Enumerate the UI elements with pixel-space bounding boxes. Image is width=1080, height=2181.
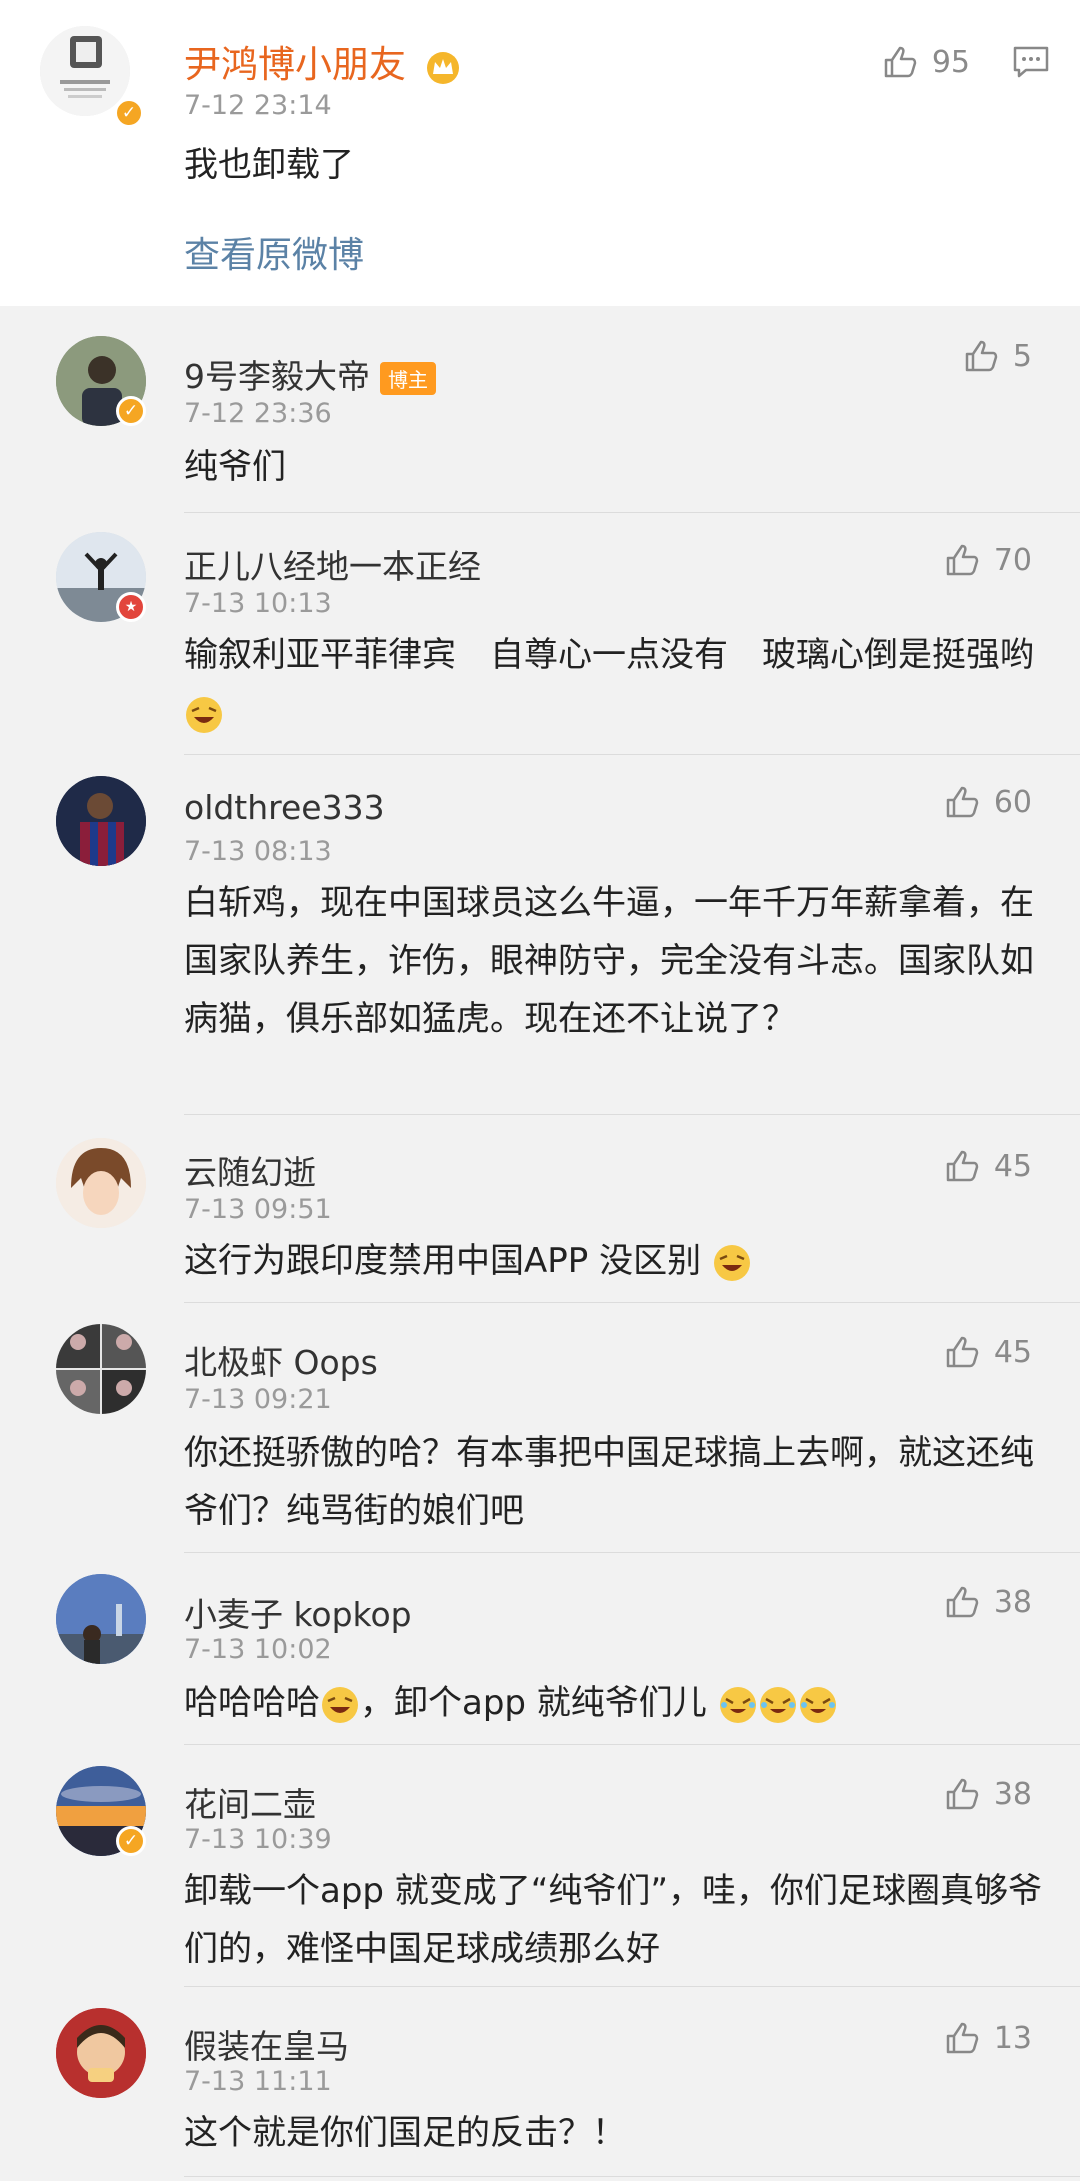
comment-text-part: ，卸个app 就纯爷们儿 — [360, 1683, 718, 1723]
crown-icon — [426, 51, 459, 84]
like-count: 5 — [1012, 338, 1032, 374]
like-count: 60 — [993, 784, 1032, 820]
comment-text: 这个就是你们国足的反击？！ — [184, 2113, 626, 2153]
comment-like-button[interactable]: 13 — [942, 2016, 1032, 2060]
like-count: 70 — [993, 542, 1032, 578]
comment-time: 7-13 08:13 — [184, 836, 332, 867]
like-count: 45 — [993, 1334, 1032, 1370]
author-name-text: 尹鸿博小朋友 — [184, 43, 406, 86]
commenter-name-text: 9号李毅大帝 — [184, 357, 370, 396]
thumbs-up-icon — [946, 1586, 979, 1618]
laughing-emoji-icon — [322, 1686, 358, 1723]
thumbs-up-icon — [946, 1150, 979, 1182]
commenter-name[interactable]: 正儿八经地一本正经 — [184, 540, 481, 588]
comment-like-button[interactable]: 38 — [942, 1580, 1032, 1624]
thumbs-up-icon — [884, 46, 917, 78]
divider — [184, 512, 1080, 513]
thumbs-up-icon — [946, 544, 979, 576]
verified-badge-icon: ★ — [116, 592, 146, 622]
comment-time: 7-13 10:39 — [184, 1824, 332, 1855]
commenter-name[interactable]: oldthree333 — [184, 788, 385, 827]
laughing-emoji-icon — [713, 1244, 750, 1281]
post-text: 我也卸载了 — [184, 145, 354, 185]
like-count: 95 — [931, 44, 970, 80]
comment-time: 7-13 11:11 — [184, 2066, 332, 2097]
comment-time: 7-12 23:36 — [184, 398, 332, 429]
post-like-button[interactable]: 95 — [880, 40, 970, 84]
comment-like-button[interactable]: 60 — [942, 780, 1032, 824]
view-original-link[interactable]: 查看原微博 — [184, 226, 364, 278]
comment-icon[interactable] — [1012, 44, 1050, 84]
comment-text: 纯爷们 — [184, 447, 286, 487]
commenter-name[interactable]: 9号李毅大帝 博主 — [184, 350, 436, 398]
avatar[interactable] — [56, 776, 146, 866]
commenter-name[interactable]: 假装在皇马 — [184, 2020, 349, 2068]
verified-badge-icon: ✓ — [116, 1826, 146, 1856]
comment-time: 7-13 10:13 — [184, 588, 332, 619]
commenter-name[interactable]: 花间二壶 — [184, 1778, 316, 1826]
commenter-name[interactable]: 北极虾 Oops — [184, 1336, 378, 1384]
like-count: 38 — [993, 1776, 1032, 1812]
thumbs-up-icon — [965, 340, 998, 372]
like-count: 38 — [993, 1584, 1032, 1620]
avatar[interactable] — [56, 1324, 146, 1414]
divider — [184, 1552, 1080, 1553]
divider — [184, 1114, 1080, 1115]
thumbs-up-icon — [946, 786, 979, 818]
divider — [184, 1744, 1080, 1745]
comment-text: 你还挺骄傲的哈？有本事把中国足球搞上去啊，就这还纯爷们？纯骂街的娘们吧 — [184, 1433, 1034, 1531]
like-count: 45 — [993, 1148, 1032, 1184]
laughing-emoji-icon — [186, 696, 222, 733]
thumbs-up-icon — [946, 1336, 979, 1368]
divider — [184, 754, 1080, 755]
post-author-name[interactable]: 尹鸿博小朋友 — [184, 34, 462, 88]
comment-time: 7-13 09:21 — [184, 1384, 332, 1415]
comment-text: 白斩鸡，现在中国球员这么牛逼，一年千万年薪拿着，在国家队养生，诈伤，眼神防守，完… — [184, 883, 1034, 1039]
divider — [184, 1986, 1080, 1987]
author-tag: 博主 — [380, 362, 436, 395]
divider — [184, 2176, 1080, 2177]
comment-like-button[interactable]: 45 — [942, 1330, 1032, 1374]
comment-time: 7-13 10:02 — [184, 1634, 332, 1665]
comment-text-part: 哈哈哈哈 — [184, 1683, 320, 1723]
comment-text: 哈哈哈哈 ，卸个app 就纯爷们儿 — [184, 1674, 1064, 1732]
like-count: 13 — [993, 2020, 1032, 2056]
comment-like-button[interactable]: 5 — [961, 334, 1032, 378]
comment-like-button[interactable]: 38 — [942, 1772, 1032, 1816]
comment-text: 输叙利亚平菲律宾 自尊心一点没有 玻璃心倒是挺强哟 — [184, 626, 1064, 742]
thumbs-up-icon — [946, 2022, 979, 2054]
divider — [184, 1302, 1080, 1303]
crying-laughing-emoji-icon — [759, 1686, 796, 1723]
post-time: 7-12 23:14 — [184, 90, 332, 121]
verified-badge-icon: ✓ — [116, 396, 146, 426]
thumbs-up-icon — [946, 1778, 979, 1810]
commenter-name[interactable]: 小麦子 kopkop — [184, 1588, 412, 1636]
comment-text: 卸载一个app 就变成了“纯爷们”，哇，你们足球圈真够爷们的，难怪中国足球成绩那… — [184, 1871, 1043, 1969]
avatar[interactable] — [56, 1138, 146, 1228]
verified-badge-icon: ✓ — [114, 98, 144, 128]
original-post-card: ✓ 尹鸿博小朋友 7-12 23:14 我也卸载了 查看原微博 95 — [0, 0, 1080, 306]
comment-time: 7-13 09:51 — [184, 1194, 332, 1225]
commenter-name[interactable]: 云随幻逝 — [184, 1146, 316, 1194]
comment-text-body: 这行为跟印度禁用中国APP 没区别 — [184, 1241, 702, 1281]
comment-like-button[interactable]: 70 — [942, 538, 1032, 582]
avatar[interactable] — [56, 2008, 146, 2098]
comment-text-body: 输叙利亚平菲律宾 自尊心一点没有 玻璃心倒是挺强哟 — [184, 635, 1034, 675]
comment-text: 这行为跟印度禁用中国APP 没区别 — [184, 1232, 1064, 1290]
avatar[interactable] — [56, 1574, 146, 1664]
crying-laughing-emoji-icon — [799, 1686, 836, 1723]
crying-laughing-emoji-icon — [719, 1686, 756, 1723]
comment-like-button[interactable]: 45 — [942, 1144, 1032, 1188]
